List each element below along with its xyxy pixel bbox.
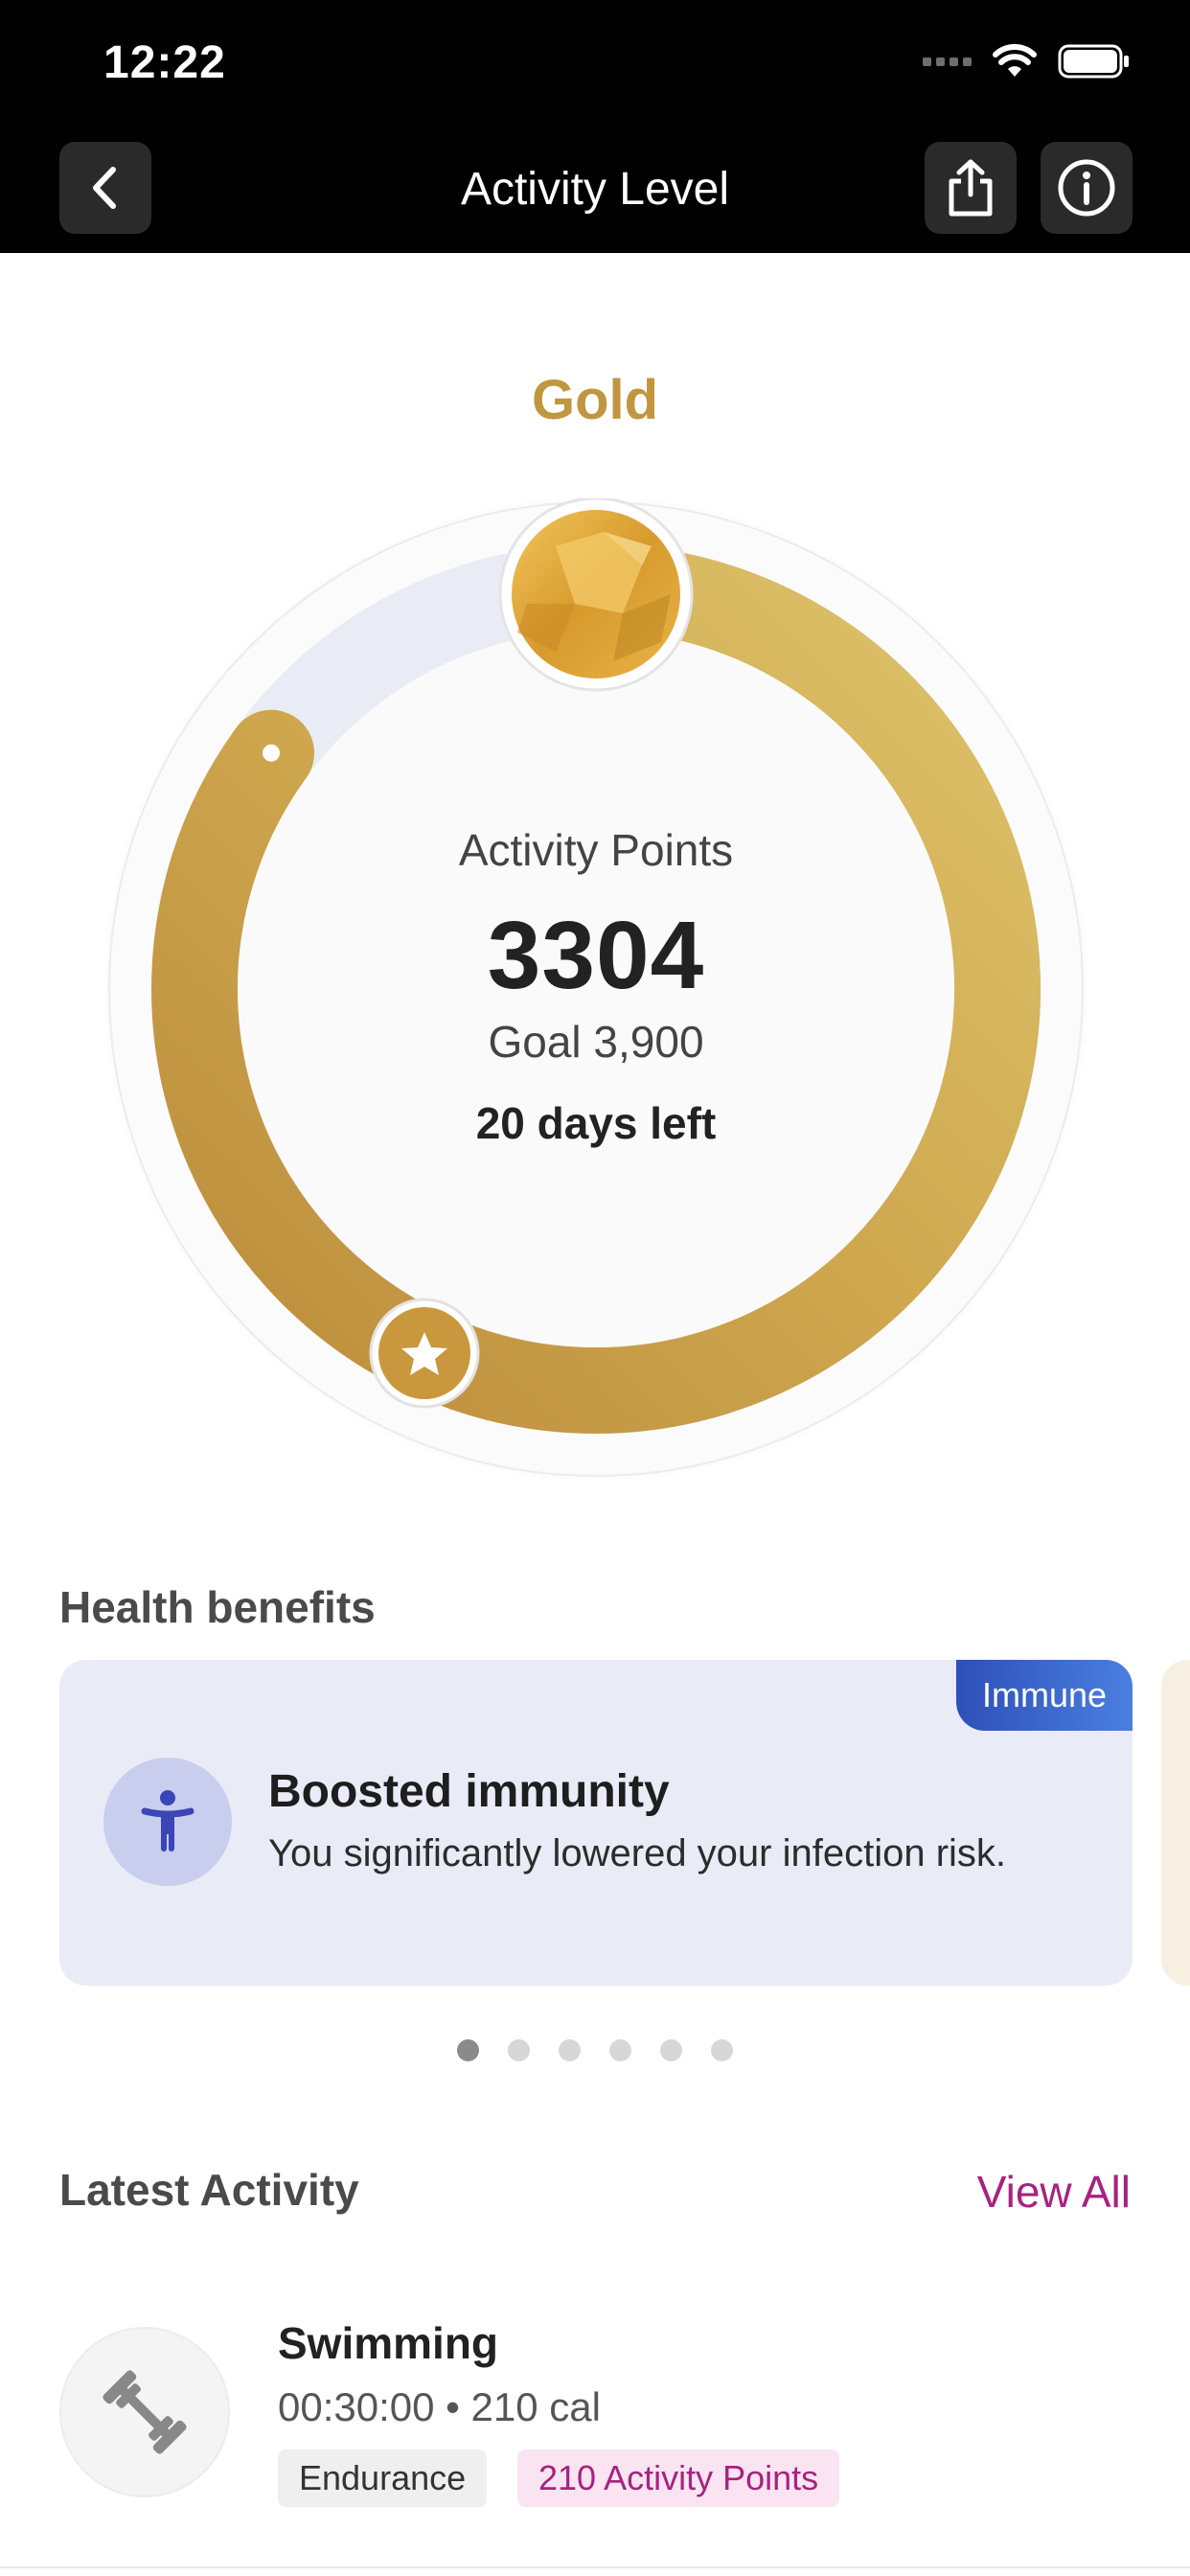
- activity-points-value: 3304: [487, 902, 705, 1009]
- days-left: 20 days left: [475, 1098, 717, 1148]
- page-dot[interactable]: [660, 2039, 682, 2061]
- activity-meta: 00:30:00 • 210 cal: [278, 2384, 601, 2429]
- page-dot[interactable]: [457, 2039, 479, 2061]
- top-bar: 12:22 Activity Level: [0, 0, 1190, 253]
- share-icon: [949, 159, 993, 217]
- star-badge-icon: [369, 1298, 480, 1409]
- activity-points-label: Activity Points: [458, 825, 734, 875]
- page-dot[interactable]: [559, 2039, 581, 2061]
- carousel-pagination[interactable]: [0, 2039, 1190, 2061]
- person-icon: [103, 1758, 232, 1886]
- benefit-card[interactable]: Immune Boosted immunity You significantl…: [59, 1660, 1133, 1986]
- share-button[interactable]: [925, 142, 1017, 234]
- wifi-icon: [993, 44, 1037, 77]
- level-name: Gold: [531, 369, 659, 431]
- gold-medal-icon: [498, 498, 694, 692]
- benefit-tag: Immune: [956, 1660, 1133, 1731]
- divider: [0, 2566, 1190, 2568]
- benefit-description: You significantly lowered your infection…: [268, 1832, 1007, 1874]
- page-dot[interactable]: [609, 2039, 631, 2061]
- signal-icon: [923, 57, 972, 66]
- activity-tag-endurance: Endurance: [278, 2450, 488, 2507]
- page-dot[interactable]: [508, 2039, 530, 2061]
- latest-activity-title: Latest Activity: [59, 2165, 359, 2215]
- info-icon: [1058, 159, 1115, 217]
- activity-title: Swimming: [278, 2318, 499, 2368]
- view-all-link[interactable]: View All: [977, 2166, 1131, 2218]
- health-benefits-title: Health benefits: [59, 1582, 376, 1632]
- status-icons: [923, 44, 1131, 79]
- activity-ring: Activity Points 3304 Goal 3,900 20 days …: [105, 498, 1087, 1480]
- info-button[interactable]: [1041, 142, 1133, 234]
- dumbbell-icon: [59, 2327, 230, 2497]
- next-benefit-card[interactable]: [1161, 1660, 1190, 1986]
- activity-goal: Goal 3,900: [488, 1017, 704, 1067]
- battery-icon: [1058, 44, 1129, 79]
- activity-points-tag: 210 Activity Points: [517, 2450, 840, 2507]
- benefit-title: Boosted immunity: [268, 1766, 670, 1817]
- status-time: 12:22: [103, 37, 226, 88]
- page-dot[interactable]: [711, 2039, 733, 2061]
